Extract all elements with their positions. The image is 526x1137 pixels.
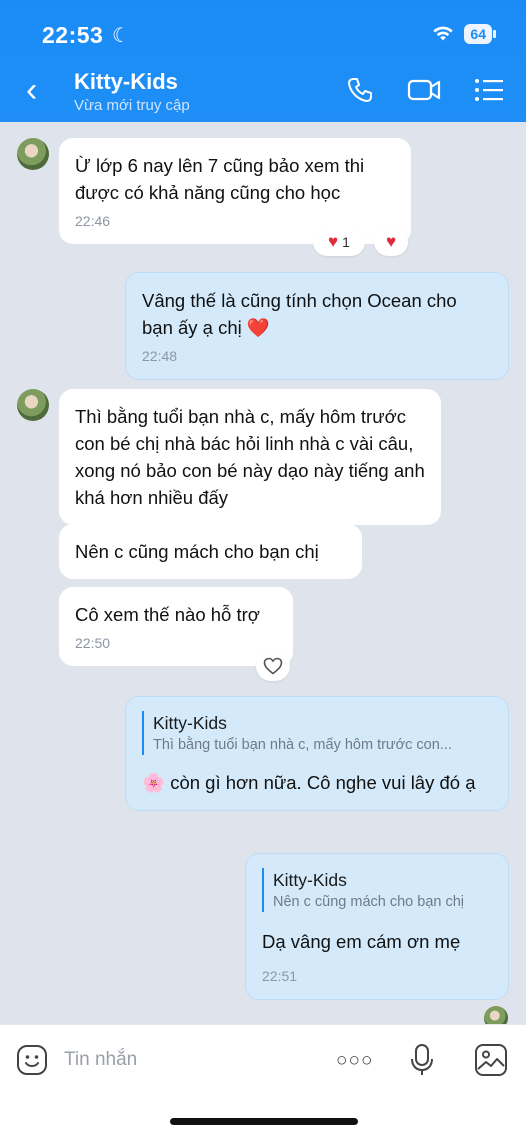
quoted-message[interactable]: Kitty-Kids Nên c cũng mách cho bạn chị bbox=[262, 868, 492, 912]
chat-subtitle: Vừa mới truy cập bbox=[74, 97, 190, 114]
mic-icon[interactable] bbox=[410, 1043, 434, 1077]
message-text: còn gì hơn nữa. Cô nghe vui lây đó ạ bbox=[170, 772, 476, 793]
react-heart-button[interactable]: ♥ bbox=[374, 228, 408, 256]
message-text: Cô xem thế nào hỗ trợ bbox=[75, 604, 260, 625]
reaction-count: 1 bbox=[342, 234, 350, 250]
contact-avatar[interactable] bbox=[17, 389, 49, 421]
emoji-icon[interactable] bbox=[16, 1044, 48, 1076]
message-bubble-incoming[interactable]: Thì bằng tuổi bạn nhà c, mấy hôm trước c… bbox=[59, 389, 441, 525]
contact-avatar[interactable] bbox=[17, 138, 49, 170]
message-time: 22:48 bbox=[142, 348, 178, 364]
home-indicator bbox=[170, 1118, 358, 1125]
react-heart-button[interactable] bbox=[256, 651, 290, 681]
video-call-icon[interactable] bbox=[407, 77, 441, 103]
quote-author: Kitty-Kids bbox=[273, 870, 347, 890]
message-text: Ừ lớp 6 nay lên 7 cũng bảo xem thi được … bbox=[75, 155, 365, 203]
chat-header: 22:53 ☾ 64 ‹ Kitty-Kids Vừa mới truy cập bbox=[0, 0, 526, 122]
message-bubble-outgoing[interactable]: Vâng thế là cũng tính chọn Ocean cho bạn… bbox=[125, 272, 509, 380]
message-bubble-incoming[interactable]: Nên c cũng mách cho bạn chị bbox=[59, 524, 362, 579]
message-bubble-incoming[interactable]: Ừ lớp 6 nay lên 7 cũng bảo xem thi được … bbox=[59, 138, 411, 244]
phone-icon[interactable] bbox=[346, 76, 374, 104]
quote-author: Kitty-Kids bbox=[153, 713, 227, 733]
battery-indicator: 64 bbox=[464, 24, 496, 44]
quote-text: Nên c cũng mách cho bạn chị bbox=[273, 894, 465, 910]
more-options-button[interactable]: ○○○ bbox=[336, 1050, 373, 1072]
heart-icon: ♥ bbox=[385, 232, 397, 251]
back-button[interactable]: ‹ bbox=[26, 73, 37, 107]
list-menu-icon[interactable] bbox=[474, 77, 504, 103]
message-text: Nên c cũng mách cho bạn chị bbox=[75, 541, 319, 562]
chat-title[interactable]: Kitty-Kids bbox=[74, 69, 178, 95]
message-text: Dạ vâng em cám ơn mẹ bbox=[262, 931, 461, 952]
message-input[interactable]: Tin nhắn bbox=[64, 1049, 137, 1071]
message-time: 22:50 bbox=[75, 635, 111, 651]
message-time: 22:51 bbox=[262, 968, 298, 984]
message-text: Thì bằng tuổi bạn nhà c, mấy hôm trước c… bbox=[75, 406, 425, 508]
flower-emoji: 🌸 bbox=[142, 772, 166, 793]
moon-icon: ☾ bbox=[112, 25, 130, 47]
message-bubble-outgoing[interactable]: Kitty-Kids Thì bằng tuổi bạn nhà c, mấy … bbox=[125, 696, 509, 811]
quote-text: Thì bằng tuổi bạn nhà c, mấy hôm trước c… bbox=[153, 737, 452, 753]
reaction-summary[interactable]: ♥ 1 bbox=[313, 228, 365, 256]
wifi-icon bbox=[433, 26, 454, 41]
heart-outline-icon bbox=[263, 657, 283, 675]
message-bubble-incoming[interactable]: Cô xem thế nào hỗ trợ 22:50 bbox=[59, 587, 293, 666]
status-time: 22:53 bbox=[42, 22, 104, 48]
quoted-message[interactable]: Kitty-Kids Thì bằng tuổi bạn nhà c, mấy … bbox=[142, 711, 492, 755]
message-text: Vâng thế là cũng tính chọn Ocean cho bạn… bbox=[142, 290, 457, 338]
message-bubble-outgoing[interactable]: Kitty-Kids Nên c cũng mách cho bạn chị D… bbox=[245, 853, 509, 1000]
heart-icon: ♥ bbox=[328, 232, 339, 251]
status-icons: 64 bbox=[432, 24, 496, 44]
image-icon[interactable] bbox=[474, 1043, 508, 1077]
